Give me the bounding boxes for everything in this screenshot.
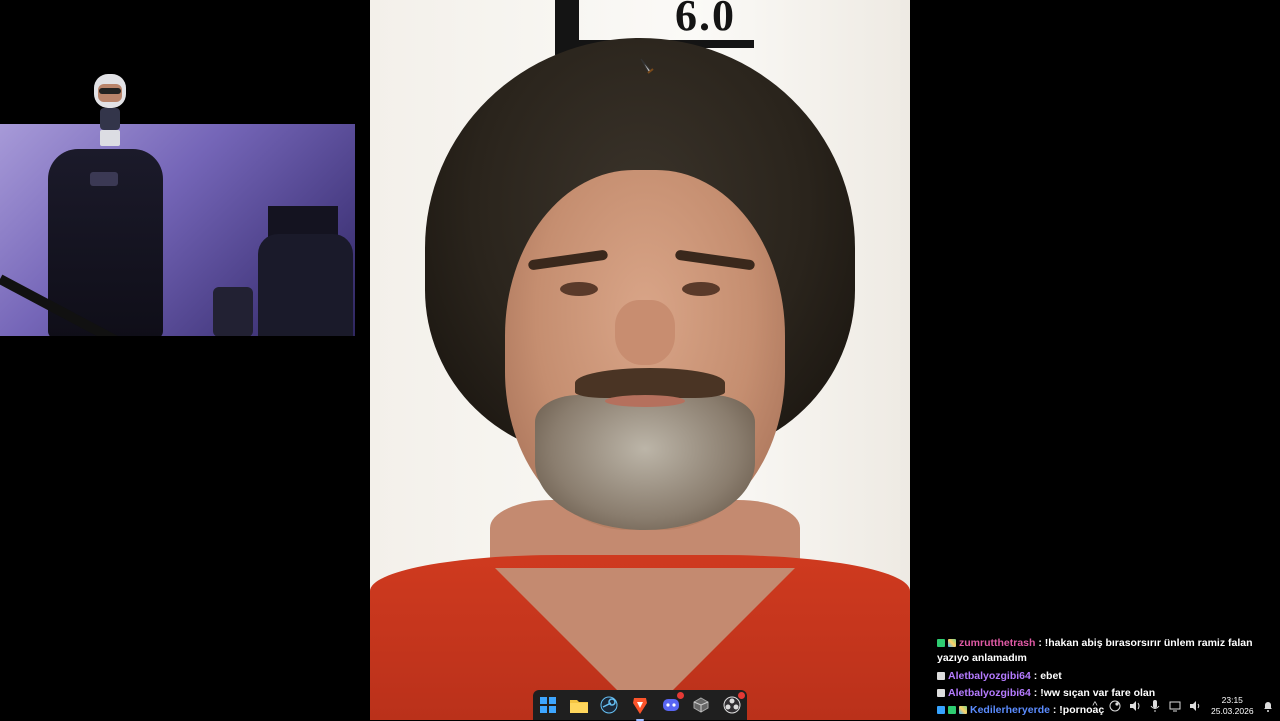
microphone-icon[interactable] <box>1145 696 1165 716</box>
obs-icon[interactable] <box>721 692 745 716</box>
k-badge-icon <box>937 689 945 697</box>
k-badge-icon <box>937 672 945 680</box>
cube-badge-icon <box>937 706 945 714</box>
pixel-badge-icon <box>959 706 967 714</box>
chat-message: Aletbalyozgibi64 : ebet <box>937 668 1267 685</box>
brave-browser-icon[interactable] <box>629 694 651 721</box>
discord-notification-badge <box>676 692 684 699</box>
mouth <box>605 395 685 407</box>
chair-logo <box>90 172 118 186</box>
clock-date: 25.03.2026 <box>1211 706 1254 716</box>
chevron-up-icon[interactable]: ^ <box>1085 696 1105 716</box>
mugshot-photo: 6.0 <box>370 0 910 720</box>
chat-username[interactable]: Aletbalyozgibi64 <box>948 670 1031 682</box>
k-badge-icon <box>937 639 945 647</box>
mustache <box>575 368 725 398</box>
height-board-label: 6.0 <box>675 0 736 40</box>
cube-app-icon[interactable] <box>690 694 712 716</box>
chat-username[interactable]: Aletbalyozgibi64 <box>948 687 1031 699</box>
volume-icon[interactable] <box>1185 696 1205 716</box>
desk-lamp <box>213 287 253 336</box>
speaker-tray-icon[interactable] <box>1125 696 1145 716</box>
steam-icon[interactable] <box>598 694 620 716</box>
k-badge-icon <box>948 706 956 714</box>
recording-indicator <box>737 692 745 699</box>
right-eye <box>682 282 720 296</box>
file-explorer-icon[interactable] <box>568 694 590 716</box>
pixel-badge-icon <box>948 639 956 647</box>
left-eye <box>560 282 598 296</box>
steam-tray-icon[interactable] <box>1105 696 1125 716</box>
nose <box>615 300 675 365</box>
clock[interactable]: 23:15 25.03.2026 <box>1211 695 1254 717</box>
sword-cursor-icon <box>640 58 654 74</box>
network-icon[interactable] <box>1165 696 1185 716</box>
clock-time: 23:15 <box>1221 695 1243 705</box>
chat-username[interactable]: zumrutthetrash <box>959 637 1035 649</box>
chat-message: zumrutthetrash : !hakan abiş bırasorsırı… <box>937 636 1267 666</box>
avatar-character <box>88 74 132 148</box>
taskbar <box>533 690 747 721</box>
notification-bell-icon[interactable] <box>1258 696 1278 716</box>
chat-text: : ebet <box>1033 670 1062 682</box>
beard <box>535 395 755 530</box>
webcam-overlay <box>0 124 355 336</box>
second-chair <box>258 234 353 336</box>
system-tray: ^ 23:15 25.03.2026 <box>1085 692 1280 720</box>
chat-username[interactable]: Kedilerheryerde <box>970 704 1050 716</box>
windows-start-icon[interactable] <box>537 694 559 716</box>
discord-icon[interactable] <box>660 692 684 716</box>
